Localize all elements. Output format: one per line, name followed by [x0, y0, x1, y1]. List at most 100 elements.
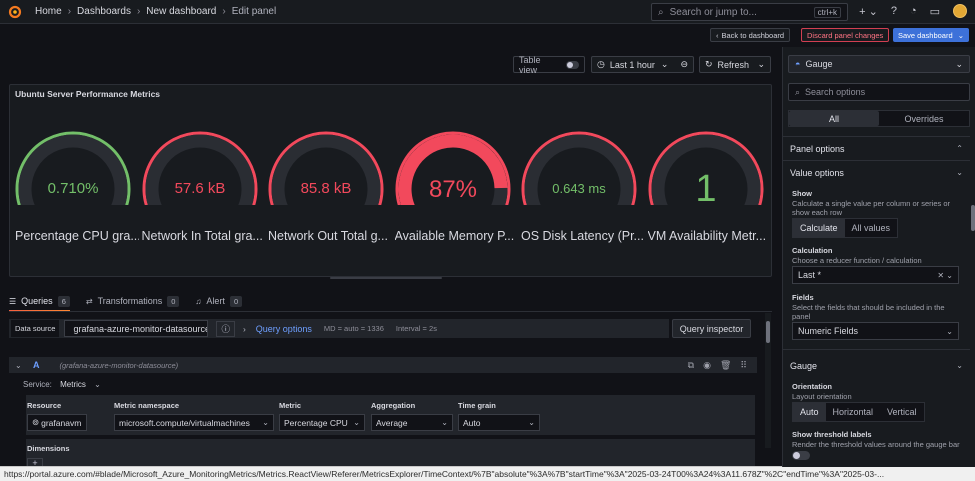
query-row-header[interactable]: ⌄ A (grafana-azure-monitor-datasource) ⧉…: [9, 357, 757, 373]
fields-description: Select the fields that should be include…: [792, 303, 945, 321]
gauge-value: 85.8 kB: [301, 180, 352, 197]
fields-select[interactable]: Numeric Fields ⌄: [792, 322, 959, 340]
tab-transformations-count: 0: [167, 295, 180, 307]
query-tabs: ☰ Queries 6 ⇄ Transformations 0 ♫ Alert …: [9, 291, 258, 312]
tab-transformations-label: Transformations: [97, 296, 163, 306]
clear-icon[interactable]: ✕ ⌄: [937, 271, 953, 280]
divider: [783, 349, 970, 350]
search-placeholder: Search or jump to...: [669, 6, 757, 18]
resource-picker[interactable]: ⊚ grafanavm: [27, 414, 87, 431]
save-dashboard-button[interactable]: Save dashboard ⌄: [893, 28, 969, 42]
refresh-button[interactable]: ↻ Refresh ⌄: [699, 56, 771, 73]
tab-alert[interactable]: ♫ Alert 0: [195, 291, 243, 311]
avatar[interactable]: [953, 4, 967, 18]
gauge-4: 0.643 ms: [521, 131, 637, 205]
chevron-down-icon: ⌄: [955, 58, 963, 69]
threshold-labels-toggle[interactable]: [792, 451, 810, 460]
show-label: Show: [792, 189, 812, 198]
topbar-actions: + ⌄ ? ◔ ▭: [859, 4, 967, 18]
breadcrumb-separator: ›: [222, 6, 226, 17]
visualization-picker[interactable]: ◓ Gauge ⌄: [788, 55, 970, 73]
show-toggle-group: Calculate All values: [792, 218, 899, 238]
service-selector[interactable]: Service: Metrics ⌄: [23, 380, 101, 389]
search-input[interactable]: ⌕ Search or jump to... ctrl+k: [651, 3, 848, 21]
orientation-label: Orientation: [792, 382, 833, 391]
options-scrollbar[interactable]: [971, 157, 975, 457]
orientation-horizontal-option[interactable]: Horizontal: [826, 403, 881, 421]
news-feed-icon[interactable]: ◔: [910, 5, 917, 17]
chevron-down-icon[interactable]: ⌄: [956, 168, 963, 177]
queries-scrollbar[interactable]: [765, 313, 771, 448]
show-all-values-option[interactable]: All values: [845, 219, 898, 237]
panel-title: Ubuntu Server Performance Metrics: [15, 89, 161, 99]
gauge-5: 1: [648, 131, 763, 205]
chevron-down-icon[interactable]: ⌄: [956, 361, 963, 370]
metric-select[interactable]: Percentage CPU ⌄: [279, 414, 365, 431]
service-label: Service:: [23, 380, 52, 389]
gauge-section-header[interactable]: Gauge: [790, 361, 817, 371]
datasource-select[interactable]: grafana-azure-monitor-datasource ⌄: [64, 320, 209, 337]
breadcrumb-home[interactable]: Home: [35, 6, 62, 17]
chevron-up-icon[interactable]: ⌃: [956, 144, 963, 153]
tab-transformations[interactable]: ⇄ Transformations 0: [86, 291, 180, 311]
namespace-select[interactable]: microsoft.compute/virtualmachines ⌄: [114, 414, 274, 431]
calculation-select[interactable]: Last * ✕ ⌄: [792, 266, 959, 284]
back-to-dashboard-button[interactable]: ‹ Back to dashboard: [710, 28, 791, 42]
query-md: MD = auto = 1336: [323, 324, 384, 333]
panel-resize-handle[interactable]: [330, 277, 442, 279]
namespace-value: microsoft.compute/virtualmachines: [119, 417, 250, 428]
zoom-out-icon[interactable]: ⊖: [680, 59, 688, 70]
chevron-down-icon[interactable]: ⌄: [757, 59, 765, 70]
threshold-labels-label: Show threshold labels: [792, 430, 872, 439]
table-view-toggle[interactable]: Table view: [513, 55, 585, 75]
calculation-description: Choose a reducer function / calculation: [792, 256, 922, 265]
transform-icon: ⇄: [85, 296, 93, 306]
options-search-placeholder: Search options: [805, 87, 866, 97]
tab-all[interactable]: All: [789, 111, 879, 126]
time-range-picker[interactable]: ◷ Last 1 hour ⌄ ⊖: [591, 56, 694, 73]
gauge-label: Network In Total gra...: [141, 229, 263, 243]
divider: [783, 136, 970, 137]
datasource-label: Data source: [11, 320, 60, 337]
gauge-icon: ◓: [795, 59, 801, 69]
chevron-right-icon[interactable]: ›: [243, 324, 246, 334]
timegrain-select[interactable]: Auto ⌄: [458, 414, 540, 431]
kiosk-mode-icon[interactable]: ▭: [930, 5, 940, 18]
grafana-logo-icon[interactable]: [8, 5, 22, 19]
trash-icon[interactable]: 🗑: [720, 360, 731, 371]
gauge-value: 57.6 kB: [174, 180, 225, 197]
help-icon[interactable]: ?: [891, 5, 897, 17]
breadcrumb-new-dashboard[interactable]: New dashboard: [146, 6, 216, 17]
chevron-down-icon[interactable]: ⌄: [15, 361, 22, 370]
aggregation-select[interactable]: Average ⌄: [371, 414, 453, 431]
gauge-label: Available Memory P...: [394, 229, 515, 243]
tab-overrides[interactable]: Overrides: [879, 111, 969, 126]
refresh-icon: ↻: [705, 59, 713, 69]
drag-handle-icon[interactable]: ⠿: [740, 360, 747, 371]
orientation-auto-option[interactable]: Auto: [793, 403, 826, 421]
query-inspector-button[interactable]: Query inspector: [672, 319, 751, 338]
discard-panel-changes-button[interactable]: Discard panel changes: [801, 28, 890, 42]
options-search-input[interactable]: ⌕ Search options: [788, 83, 970, 101]
panel-options-header[interactable]: Panel options: [790, 144, 845, 154]
metric-value: Percentage CPU: [284, 417, 348, 428]
value-options-header[interactable]: Value options: [790, 168, 844, 178]
fields-value: Numeric Fields: [798, 326, 859, 336]
show-calculate-option[interactable]: Calculate: [793, 219, 845, 237]
query-options-link[interactable]: Query options: [256, 324, 312, 334]
info-icon[interactable]: ⓘ: [216, 320, 235, 337]
chevron-down-icon: ⌄: [660, 59, 669, 69]
orientation-vertical-option[interactable]: Vertical: [880, 403, 924, 421]
add-icon[interactable]: + ⌄: [859, 5, 878, 18]
breadcrumb-current: Edit panel: [231, 6, 277, 17]
chevron-down-icon[interactable]: ⌄: [958, 31, 964, 40]
duplicate-icon[interactable]: ⧉: [688, 360, 694, 371]
options-tabs: All Overrides: [788, 110, 970, 127]
tab-alert-count: 0: [229, 295, 243, 307]
eye-icon[interactable]: ◉: [703, 360, 711, 371]
breadcrumb-dashboards[interactable]: Dashboards: [77, 6, 131, 17]
tab-queries[interactable]: ☰ Queries 6: [9, 291, 70, 312]
metric-label: Metric: [279, 401, 302, 410]
table-view-switch[interactable]: [565, 60, 579, 69]
datasource-row: Data source grafana-azure-monitor-dataso…: [9, 319, 669, 338]
